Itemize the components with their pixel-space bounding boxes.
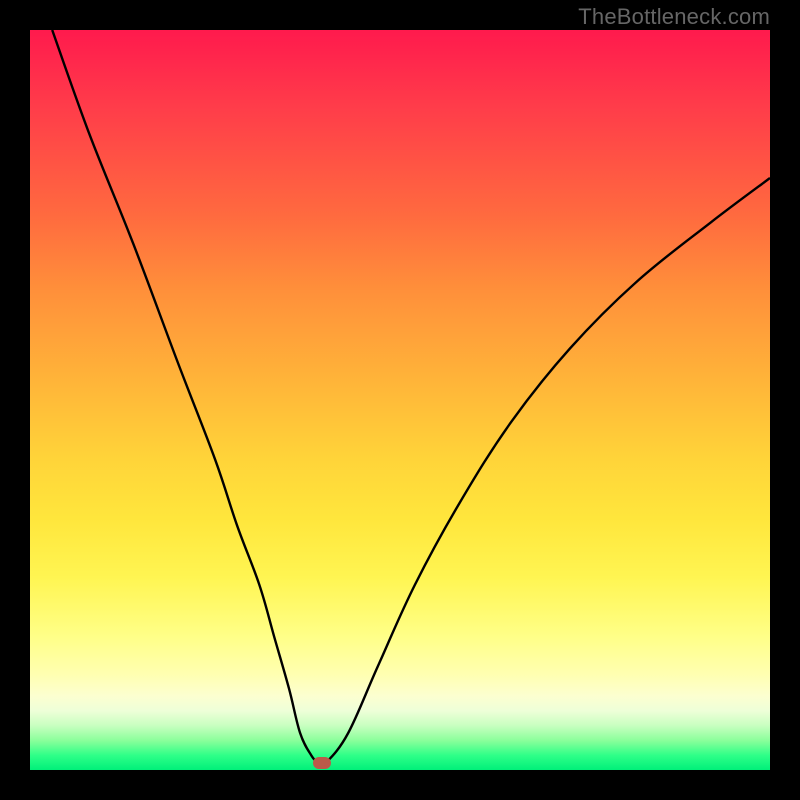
curve-path [52, 30, 770, 765]
optimal-point-marker [313, 757, 331, 769]
plot-area [30, 30, 770, 770]
bottleneck-curve [30, 30, 770, 770]
watermark-text: TheBottleneck.com [578, 4, 770, 30]
chart-frame: TheBottleneck.com [0, 0, 800, 800]
